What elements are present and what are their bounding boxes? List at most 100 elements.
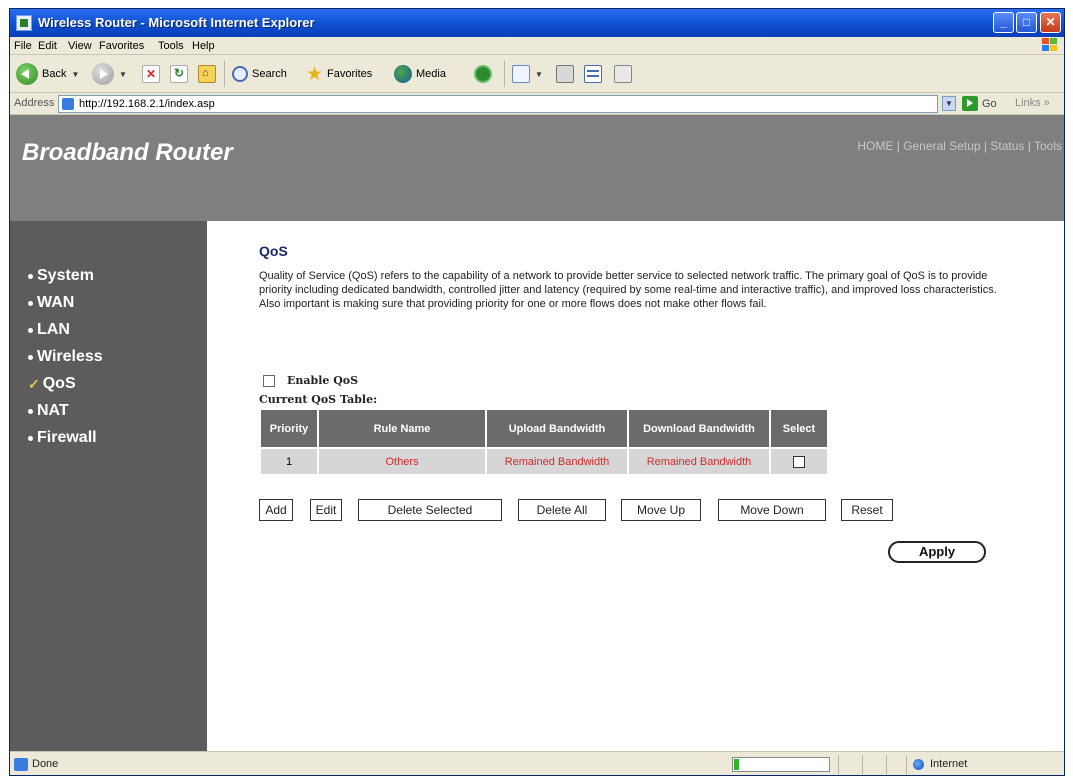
address-dropdown-icon[interactable]: ▼ xyxy=(942,96,956,111)
go-arrow-icon xyxy=(962,96,978,111)
enable-qos-checkbox[interactable] xyxy=(263,374,275,387)
refresh-button[interactable]: ↻ xyxy=(170,63,188,85)
media-label: Media xyxy=(416,68,446,80)
delete-selected-button[interactable]: Delete Selected xyxy=(358,499,502,521)
menu-edit[interactable]: Edit xyxy=(38,40,57,52)
enable-qos-row: Enable QoS xyxy=(263,374,358,387)
menu-favorites[interactable]: Favorites xyxy=(99,40,144,52)
nav-separator: | xyxy=(983,139,988,153)
checkmark-icon: ✓ xyxy=(28,375,40,392)
nav-status[interactable]: Status xyxy=(990,139,1024,153)
nav-separator: | xyxy=(896,139,900,153)
address-url: http://192.168.2.1/index.asp xyxy=(79,98,215,110)
history-icon xyxy=(474,65,492,83)
sidebar-item-lan[interactable]: LAN xyxy=(28,321,70,339)
home-icon: ⌂ xyxy=(198,65,216,83)
browser-window: Wireless Router - Microsoft Internet Exp… xyxy=(9,8,1065,776)
sidebar-item-system[interactable]: System xyxy=(28,267,94,285)
stop-button[interactable]: ✕ xyxy=(142,63,160,85)
menu-view[interactable]: View xyxy=(68,40,92,52)
toolbar-separator xyxy=(224,61,225,87)
go-label: Go xyxy=(982,97,997,110)
sidebar-item-label: Wireless xyxy=(37,348,103,365)
media-icon xyxy=(394,65,412,83)
media-button[interactable]: Media xyxy=(394,63,446,85)
minimize-button[interactable]: _ xyxy=(993,12,1014,33)
enable-qos-label: Enable QoS xyxy=(287,374,359,387)
home-button[interactable]: ⌂ xyxy=(198,63,216,85)
search-button[interactable]: Search xyxy=(232,63,287,85)
sidebar-item-label: System xyxy=(37,267,94,284)
column-header-select: Select xyxy=(771,410,827,447)
row-select-checkbox[interactable] xyxy=(793,455,805,468)
column-header-upload-bandwidth: Upload Bandwidth xyxy=(487,410,627,447)
nav-general-setup[interactable]: General Setup xyxy=(903,139,980,153)
zone-label: Internet xyxy=(930,758,968,770)
edit-button[interactable]: Edit xyxy=(310,499,342,521)
status-separator xyxy=(886,755,887,774)
toolbar-separator xyxy=(504,61,505,87)
top-navigation: HOME | General Setup | Status | Tools xyxy=(857,139,1062,153)
column-header-download-bandwidth: Download Bandwidth xyxy=(629,410,769,447)
menu-help[interactable]: Help xyxy=(192,40,215,52)
brand-title: Broadband Router xyxy=(22,139,233,166)
search-icon xyxy=(232,66,248,82)
page-title: QoS xyxy=(259,243,288,259)
main-panel: QoS Quality of Service (QoS) refers to t… xyxy=(207,221,1064,751)
back-button[interactable]: Back ▼ xyxy=(16,63,79,85)
close-button[interactable]: ✕ xyxy=(1040,12,1061,33)
add-button[interactable]: Add xyxy=(259,499,293,521)
nav-tools[interactable]: Tools xyxy=(1034,139,1062,153)
back-arrow-icon xyxy=(16,63,38,85)
print-button[interactable] xyxy=(556,63,574,85)
sidebar-item-label: NAT xyxy=(37,402,69,419)
status-separator xyxy=(838,755,839,774)
reset-button[interactable]: Reset xyxy=(841,499,893,521)
forward-arrow-icon xyxy=(92,63,114,85)
sidebar-item-firewall[interactable]: Firewall xyxy=(28,429,97,447)
address-input[interactable]: http://192.168.2.1/index.asp xyxy=(58,95,938,113)
cell-upload-bandwidth: Remained Bandwidth xyxy=(487,449,627,474)
menu-file[interactable]: File xyxy=(14,40,32,52)
chevron-down-icon: ▼ xyxy=(71,69,80,79)
sidebar-item-wan[interactable]: WAN xyxy=(28,294,74,312)
star-icon: ★ xyxy=(306,63,324,85)
links-button[interactable]: Links » xyxy=(1015,97,1050,109)
messenger-button[interactable] xyxy=(614,63,632,85)
forward-button[interactable]: ▼ xyxy=(92,63,127,85)
cell-download-bandwidth: Remained Bandwidth xyxy=(629,449,769,474)
delete-all-button[interactable]: Delete All xyxy=(518,499,606,521)
sidebar-item-wireless[interactable]: Wireless xyxy=(28,348,103,366)
status-separator xyxy=(906,755,907,774)
favorites-button[interactable]: ★ Favorites xyxy=(306,63,372,85)
sidebar-item-label: Firewall xyxy=(37,429,97,446)
sidebar-item-label: LAN xyxy=(37,321,70,338)
maximize-button[interactable]: □ xyxy=(1016,12,1037,33)
favorites-label: Favorites xyxy=(327,68,373,80)
search-label: Search xyxy=(252,68,287,80)
move-down-button[interactable]: Move Down xyxy=(718,499,826,521)
table-row: 1 Others Remained Bandwidth Remained Ban… xyxy=(261,449,827,474)
qos-table-caption: Current QoS Table: xyxy=(259,393,378,406)
bullet-icon xyxy=(28,435,33,441)
sidebar-item-qos[interactable]: ✓ QoS xyxy=(28,375,76,393)
table-header-row: Priority Rule Name Upload Bandwidth Down… xyxy=(261,410,827,447)
menu-tools[interactable]: Tools xyxy=(158,40,184,52)
stop-icon: ✕ xyxy=(142,65,160,83)
edit-page-button[interactable] xyxy=(584,63,602,85)
progress-bar xyxy=(732,757,830,772)
apply-button[interactable]: Apply xyxy=(888,541,986,563)
nav-home[interactable]: HOME xyxy=(857,139,893,153)
menu-bar: File Edit View Favorites Tools Help xyxy=(10,37,1064,55)
history-button[interactable] xyxy=(474,63,492,85)
go-button[interactable]: Go xyxy=(962,96,997,111)
mail-button[interactable]: ▼ xyxy=(512,63,543,85)
page-done-icon xyxy=(14,758,28,771)
move-up-button[interactable]: Move Up xyxy=(621,499,701,521)
mail-icon xyxy=(512,65,530,83)
refresh-icon: ↻ xyxy=(170,65,188,83)
sidebar-item-nat[interactable]: NAT xyxy=(28,402,69,420)
bullet-icon xyxy=(28,354,33,360)
chevron-down-icon: ▼ xyxy=(119,69,127,79)
status-separator xyxy=(862,755,863,774)
